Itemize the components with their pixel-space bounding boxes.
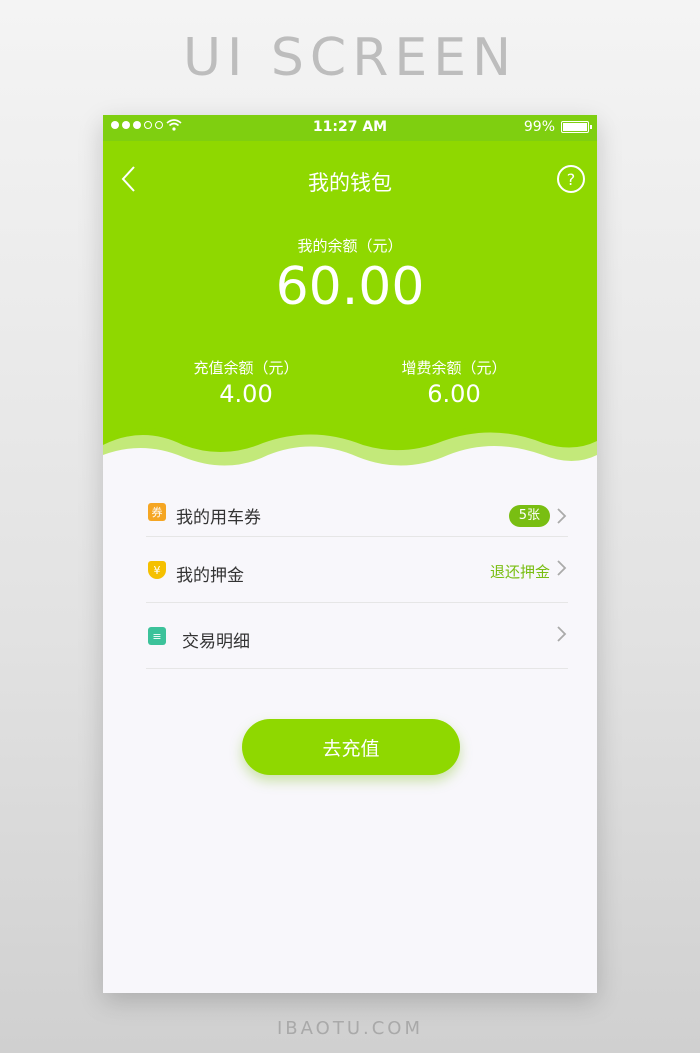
row-coupons[interactable]: 券 我的用车券 5张 xyxy=(146,487,568,537)
coupon-icon-glyph: 券 xyxy=(151,506,163,519)
wallet-menu-list: 券 我的用车券 5张 ¥ 我的押金 退还押金 ≡ 交易明细 xyxy=(146,487,568,669)
recharge-balance-value: 4.00 xyxy=(219,380,273,408)
row-transactions-label: 交易明细 xyxy=(182,632,250,652)
coupon-icon: 券 xyxy=(148,503,166,521)
banner-title: UI SCREEN xyxy=(183,28,517,88)
nav-bar: 我的钱包 ? xyxy=(103,155,597,205)
recharge-balance-label: 充值余额（元） xyxy=(193,359,299,377)
help-button[interactable]: ? xyxy=(557,165,585,193)
balance-label: 我的余额（元） xyxy=(297,237,403,255)
battery-icon xyxy=(561,121,592,133)
recharge-balance: 充值余额（元） 4.00 xyxy=(146,357,346,408)
deposit-icon-glyph: ¥ xyxy=(153,563,161,577)
row-transactions[interactable]: ≡ 交易明细 xyxy=(146,603,568,669)
recharge-button[interactable]: 去充值 xyxy=(242,719,460,775)
help-icon: ? xyxy=(566,169,576,189)
battery-fill xyxy=(563,123,587,131)
page-title: 我的钱包 xyxy=(308,171,392,195)
chevron-right-icon xyxy=(557,560,567,576)
bonus-balance-label: 增费余额（元） xyxy=(401,359,507,377)
refund-deposit-link[interactable]: 退还押金 xyxy=(490,561,550,582)
bonus-balance-value: 6.00 xyxy=(427,380,481,408)
deposit-shield-icon: ¥ xyxy=(148,561,166,579)
balance-amount: 60.00 xyxy=(275,257,425,317)
battery-percent: 99% xyxy=(523,119,555,135)
status-bar: 11:27 AM 99% xyxy=(103,115,597,141)
chevron-right-icon xyxy=(557,626,567,642)
banner-footer: IBAOTU.COM xyxy=(277,1018,423,1039)
bonus-balance: 增费余额（元） 6.00 xyxy=(354,357,554,408)
phone-screen: 11:27 AM 99% 我的钱包 ? 我的余额（元） 60.00 充值余额（元… xyxy=(103,115,597,993)
row-deposit-label: 我的押金 xyxy=(176,566,244,586)
row-deposit[interactable]: ¥ 我的押金 退还押金 xyxy=(146,537,568,603)
row-coupons-label: 我的用车券 xyxy=(176,508,261,528)
transactions-icon-glyph: ≡ xyxy=(152,629,162,643)
battery-indicator: 99% xyxy=(523,119,592,135)
chevron-right-icon xyxy=(557,508,567,524)
cloud-wave-divider xyxy=(103,415,597,495)
coupon-count-badge: 5张 xyxy=(508,505,550,527)
transactions-icon: ≡ xyxy=(148,627,166,645)
